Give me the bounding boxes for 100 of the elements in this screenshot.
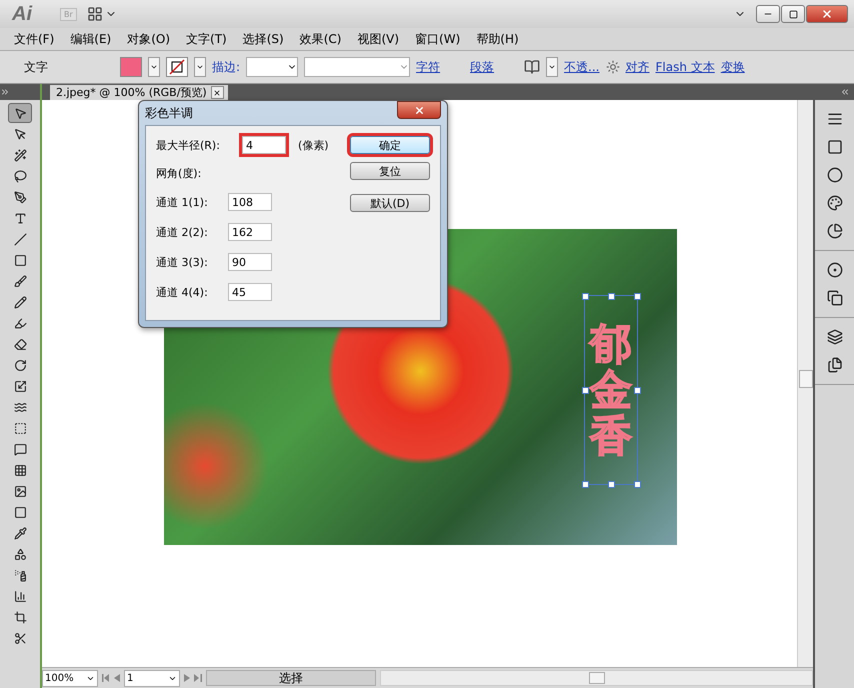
picture-icon — [14, 484, 26, 498]
eyedropper-icon — [14, 526, 26, 540]
speech-bubble-icon — [14, 442, 26, 456]
eraser-icon — [14, 338, 26, 350]
pie-icon — [826, 223, 842, 239]
selection-handle[interactable] — [634, 293, 641, 300]
selection-handle[interactable] — [608, 481, 615, 488]
selection-handle[interactable] — [634, 481, 641, 488]
selection-handle[interactable] — [582, 387, 589, 394]
palette-icon — [826, 195, 842, 211]
document-tab[interactable]: 2.jpeg* @ 100% (RGB/预览) — [50, 85, 228, 100]
sun-icon[interactable] — [606, 60, 620, 74]
book-icon[interactable] — [524, 59, 540, 75]
zoom-dropdown[interactable]: 100% — [42, 670, 98, 686]
menu-item[interactable]: 效果(C) — [292, 30, 350, 48]
page-dropdown[interactable]: 1 — [124, 670, 180, 686]
dialog-button[interactable]: 默认(D) — [350, 194, 430, 212]
minimize-button[interactable] — [756, 5, 780, 23]
spray-can-icon — [14, 568, 26, 582]
selection-handle[interactable] — [582, 293, 589, 300]
files-icon — [826, 357, 842, 373]
menu-item[interactable]: 编辑(E) — [62, 30, 120, 48]
close-icon — [414, 104, 424, 116]
layers-icon — [826, 329, 842, 345]
rectangle-icon — [14, 254, 26, 266]
menu-item[interactable]: 选择(S) — [234, 30, 292, 48]
selection-handle[interactable] — [608, 293, 615, 300]
square-icon — [826, 139, 842, 155]
dialog-title: 彩色半调 — [145, 104, 193, 122]
direct-select-arrow-icon — [14, 128, 26, 140]
square-icon — [14, 506, 26, 518]
app-logo: Ai — [12, 2, 32, 26]
stroke-weight-field[interactable] — [246, 57, 298, 77]
menu-item[interactable]: 帮助(H) — [468, 30, 527, 48]
input-field[interactable]: 4 — [242, 136, 286, 154]
copy-icon — [826, 290, 842, 306]
layout-icon[interactable] — [86, 6, 103, 22]
selection-label: 文字 — [24, 58, 49, 76]
grid-icon — [14, 464, 26, 476]
document-title: 2.jpeg* @ 100% (RGB/预览) — [56, 85, 207, 100]
menu-item[interactable]: 窗口(W) — [407, 30, 468, 48]
scale-icon — [14, 380, 26, 392]
menu-item[interactable]: 对象(O) — [119, 30, 178, 48]
target-icon — [826, 262, 842, 278]
unit-label: (像素) — [298, 138, 329, 152]
field-label: 通道 4(4): — [156, 284, 209, 300]
input-field[interactable]: 162 — [228, 223, 272, 241]
vertical-scrollbar[interactable] — [797, 100, 813, 667]
panel-link[interactable]: 段落 — [470, 58, 494, 76]
stroke-none-swatch[interactable] — [166, 57, 188, 77]
menu-item[interactable]: 视图(V) — [349, 30, 408, 48]
shapes-icon — [14, 548, 26, 560]
dashed-box-icon — [14, 422, 26, 434]
horizontal-scrollbar[interactable] — [380, 670, 813, 686]
field-label: 网角(度): — [156, 166, 202, 181]
field-label: 通道 3(3): — [156, 254, 209, 270]
align-link[interactable]: 对齐 — [626, 58, 650, 76]
marker-icon — [14, 316, 26, 330]
wave-icon — [14, 400, 26, 414]
magic-wand-icon — [14, 148, 26, 162]
close-icon[interactable] — [210, 86, 224, 99]
type-icon — [14, 212, 26, 224]
caret-icon[interactable] — [194, 57, 206, 77]
selection-handle[interactable] — [582, 481, 589, 488]
pencil-icon — [14, 296, 26, 308]
flash-text-link[interactable]: Flash 文本 — [656, 58, 715, 76]
close-icon — [821, 8, 833, 20]
tool-button[interactable] — [8, 103, 32, 123]
status-menu-button[interactable]: 选择 — [206, 670, 376, 686]
opacity-link[interactable]: 不透... — [564, 58, 600, 76]
pen-nib-icon — [14, 190, 26, 204]
scissors-icon — [14, 632, 26, 644]
selection-handle[interactable] — [634, 387, 641, 394]
transform-link[interactable]: 变换 — [720, 58, 745, 76]
input-field[interactable]: 90 — [228, 253, 272, 271]
crop-icon — [14, 610, 26, 624]
field-label: 通道 2(2): — [156, 224, 209, 240]
caret-icon[interactable] — [148, 57, 160, 77]
input-field[interactable]: 45 — [228, 283, 272, 301]
close-button[interactable] — [806, 5, 848, 23]
lasso-icon — [14, 170, 26, 182]
panel-link[interactable]: 字符 — [416, 58, 440, 76]
line-icon — [14, 232, 26, 246]
dialog-button[interactable]: 复位 — [350, 162, 430, 180]
dialog-button[interactable]: 确定 — [350, 136, 430, 154]
menu-item[interactable]: 文字(T) — [178, 30, 235, 48]
fill-swatch[interactable] — [120, 57, 142, 77]
input-field[interactable]: 108 — [228, 193, 272, 211]
collapse-icon[interactable] — [840, 87, 850, 97]
circle-icon — [826, 167, 842, 183]
maximize-icon — [788, 10, 798, 18]
field-label: 通道 1(1): — [156, 194, 209, 210]
arrow-pointer-icon — [14, 106, 26, 120]
stroke-link[interactable]: 描边: — [212, 58, 240, 76]
close-button[interactable] — [397, 101, 441, 119]
field-label: 最大半径(R): — [156, 138, 221, 152]
menu-item[interactable]: 文件(F) — [6, 30, 62, 48]
expand-icon[interactable] — [0, 87, 10, 97]
maximize-button[interactable] — [781, 5, 805, 23]
vertical-outlined-text: 郁金香 — [590, 320, 632, 460]
